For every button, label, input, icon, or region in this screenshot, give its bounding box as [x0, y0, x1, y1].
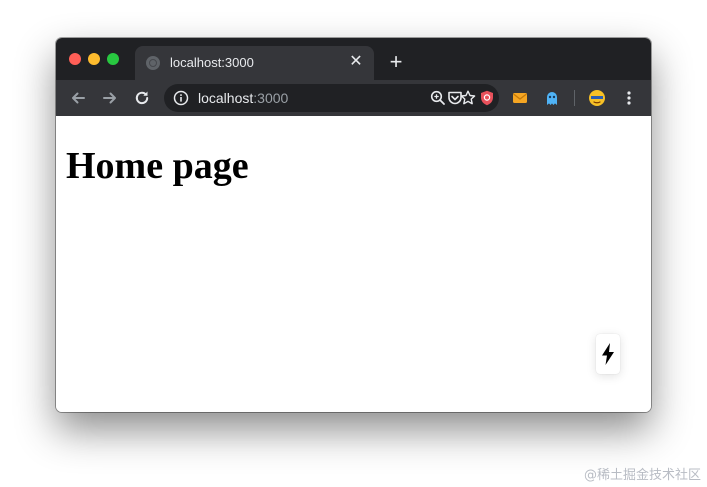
- zoom-icon[interactable]: [429, 89, 447, 107]
- globe-icon: [146, 56, 160, 70]
- page-heading: Home page: [66, 145, 249, 187]
- shield-extension-icon[interactable]: [478, 89, 496, 107]
- browser-toolbar: localhost:3000: [56, 80, 651, 116]
- plus-icon[interactable]: +: [386, 51, 406, 73]
- reload-icon[interactable]: [131, 87, 153, 109]
- url-host: localhost: [198, 90, 254, 106]
- info-icon[interactable]: [173, 90, 189, 106]
- close-icon[interactable]: ✕: [347, 53, 365, 71]
- lightning-button[interactable]: [596, 334, 620, 374]
- tab-title: localhost:3000: [170, 55, 254, 70]
- forward-arrow-icon[interactable]: [99, 87, 121, 109]
- page-content: Home page: [56, 116, 651, 412]
- browser-window: localhost:3000 ✕ + localhost:3000 Home p…: [56, 38, 651, 412]
- minimize-window-button[interactable]: [88, 53, 100, 65]
- ghost-extension-icon[interactable]: [543, 89, 561, 107]
- maximize-window-button[interactable]: [107, 53, 119, 65]
- browser-tab[interactable]: localhost:3000 ✕: [135, 46, 374, 80]
- close-window-button[interactable]: [69, 53, 81, 65]
- back-arrow-icon[interactable]: [67, 87, 89, 109]
- url-text: localhost:3000: [198, 90, 288, 106]
- profile-avatar-icon[interactable]: [588, 89, 606, 107]
- url-port: :3000: [253, 90, 289, 106]
- menu-kebab-icon[interactable]: [620, 89, 638, 107]
- lightning-icon: [602, 343, 614, 365]
- title-bar: localhost:3000 ✕ +: [56, 38, 651, 80]
- pocket-icon[interactable]: [446, 89, 464, 107]
- mail-extension-icon[interactable]: [511, 89, 529, 107]
- watermark: @稀土掘金技术社区: [583, 468, 701, 483]
- toolbar-divider: [574, 90, 575, 106]
